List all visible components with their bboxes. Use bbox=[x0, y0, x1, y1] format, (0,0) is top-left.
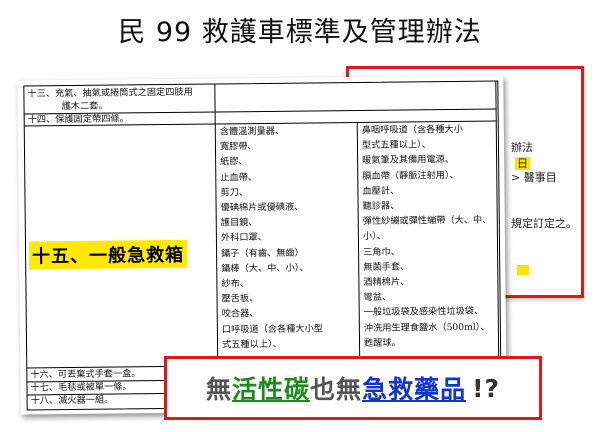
list-item: 紗布、 bbox=[221, 278, 250, 290]
list-item: 彈性紗繃或彈性繃帶（大、中、 bbox=[362, 214, 492, 228]
list-item: 止血帶、 bbox=[220, 171, 258, 184]
list-item: 咬合器、 bbox=[221, 308, 259, 320]
list-item: 寬膠帶、 bbox=[219, 141, 257, 153]
highlight-mark bbox=[517, 265, 529, 275]
list-item: 鑷子（有齒、無齒） bbox=[221, 247, 304, 260]
list-item: 三角巾、 bbox=[363, 246, 400, 258]
list-item: 鑷棒（大、中、小）、 bbox=[221, 262, 309, 275]
list-item: 型式五種以上）、 bbox=[361, 139, 431, 152]
list-item: 外科口罩、 bbox=[220, 232, 267, 244]
list-item: 紙膠、 bbox=[220, 156, 248, 168]
row-13-line-1: 十三、充氣、抽氣或捲筒式之固定四肢用 bbox=[27, 86, 193, 100]
bg-line-3: > 醫事目 bbox=[511, 171, 557, 184]
bg-line-1: 辦法 bbox=[511, 141, 533, 154]
callout-activated-carbon: 活性碳 bbox=[232, 375, 311, 404]
row-14: 十四、保護固定帶四條。 bbox=[27, 113, 129, 126]
list-item: 壓舌板、 bbox=[221, 293, 259, 305]
list-item: 小）、 bbox=[362, 231, 386, 243]
bg-line-4: 規定訂定之。 bbox=[511, 217, 577, 230]
callout-box: 無 活性碳 也無 急救藥品 !? bbox=[164, 356, 542, 420]
list-item: 一般垃圾袋及感染性垃圾袋、 bbox=[363, 306, 484, 319]
row-18: 十八、滅火器一組。 bbox=[30, 394, 114, 407]
list-item: 沖洗用生理食鹽水（500ml）、 bbox=[363, 321, 490, 334]
list-item: 甦醒球。 bbox=[363, 337, 401, 349]
row-17: 十七、毛毯或被單一條。 bbox=[30, 381, 132, 394]
row-13-line-2: 護木二套。 bbox=[61, 100, 108, 113]
list-item: 暖氣筆及其備用電源、 bbox=[362, 154, 455, 167]
list-item: 膈血帶（靜脈注射用）、 bbox=[362, 169, 459, 182]
list-item: 優碘棉片或優碘液、 bbox=[220, 201, 304, 214]
list-item: 護目鏡、 bbox=[220, 217, 258, 229]
list-item: 鼻咽呼吸道（含各種大小 bbox=[361, 123, 463, 136]
list-item: 血壓計、 bbox=[362, 185, 400, 197]
row-16: 十六、可丟棄式手套一盒。 bbox=[30, 368, 141, 381]
callout-first-aid-drugs: 急救藥品 bbox=[362, 375, 467, 404]
list-item: 聽診器、 bbox=[362, 200, 400, 212]
slide-title: 民 99 救護車標準及管理辦法 bbox=[118, 17, 482, 48]
list-item: 酒精棉片、 bbox=[363, 276, 410, 288]
list-item: 彎盆、 bbox=[363, 291, 392, 304]
callout-part-3: 也無 bbox=[310, 375, 363, 404]
callout-punctuation: !? bbox=[472, 373, 500, 403]
list-item: 口呼吸道（含各種大小型 bbox=[221, 322, 323, 336]
list-item: 剪刀、 bbox=[220, 186, 249, 199]
callout-part-1: 無 bbox=[206, 375, 233, 404]
row-15-label: 十五、一般急救箱 bbox=[28, 239, 188, 270]
list-item: 式五種以上）、 bbox=[221, 338, 282, 351]
list-item: 無菌手套、 bbox=[363, 261, 410, 273]
list-item: 含體溫測量器、 bbox=[219, 125, 285, 138]
